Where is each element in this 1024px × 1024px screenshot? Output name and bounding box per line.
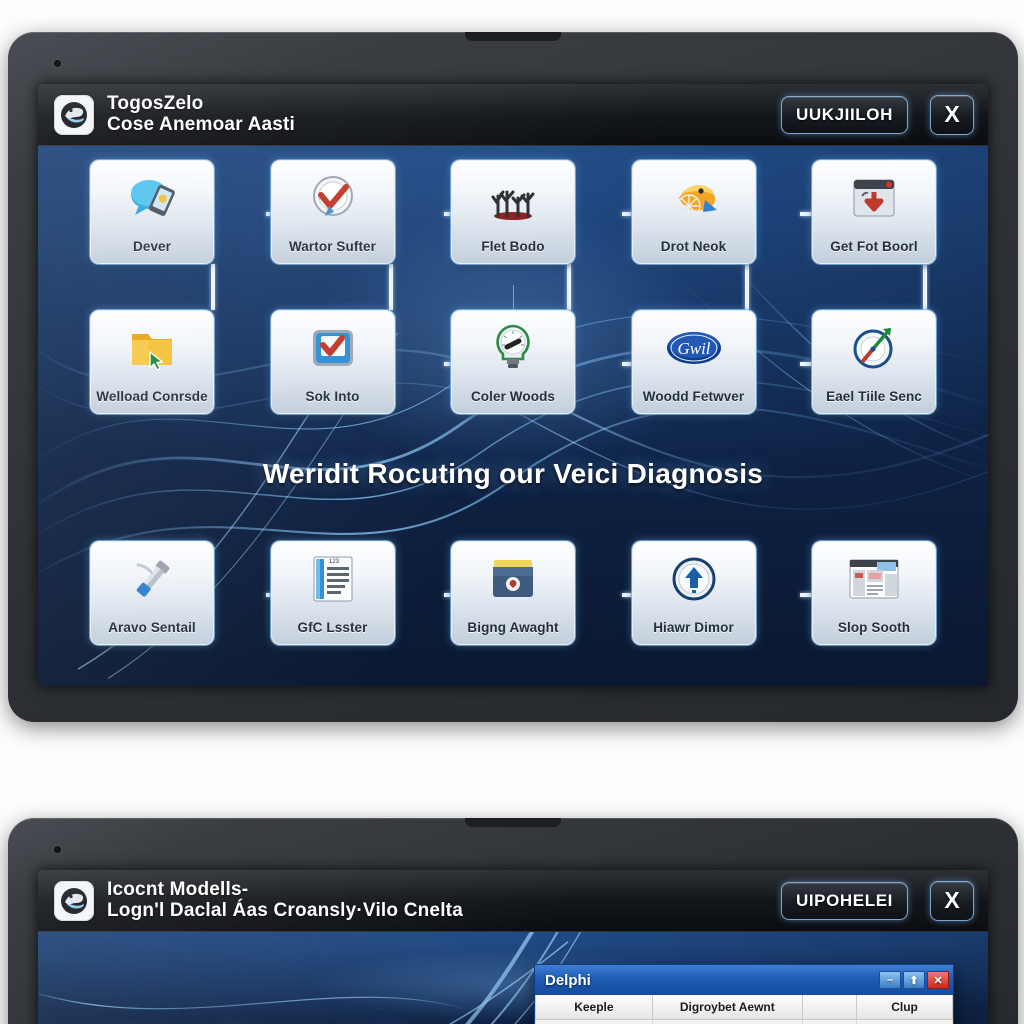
connector-line (211, 264, 215, 310)
upload-arrow-circle-icon (665, 551, 723, 607)
delphi-dialog: Delphi – ⬆ ✕ Keeple Digroybet Aewnt Clup (534, 964, 954, 1024)
icon-grid-row-1: Dever Wartor Sufter Flet Bodo Drot Neok … (38, 160, 988, 264)
icon-grid-row-3: Aravo Sentail 123 GfC Lsster Bigng Awagh… (38, 541, 988, 645)
browser-window-icon (845, 551, 903, 607)
tile-label: Flet Bodo (481, 239, 545, 254)
delphi-dialog-wrapper: Delphi – ⬆ ✕ Keeple Digroybet Aewnt Clup (534, 964, 954, 1024)
connector-line (923, 264, 927, 310)
front-camera-icon (54, 60, 61, 67)
svg-text:123: 123 (329, 559, 340, 565)
desktop-canvas-bottom: Velco Sinize 115 Delphi – ⬆ ✕ (38, 932, 988, 1024)
tile-label: Eael Tiile Senc (826, 389, 922, 404)
app-title-line1: Icocnt Modells- (107, 878, 249, 900)
dialog-titlebar: Delphi – ⬆ ✕ (535, 965, 953, 995)
flashlight-tool-icon (123, 551, 181, 607)
chat-bubble-device-icon (123, 170, 181, 226)
tile-wartor-sufter[interactable]: Wartor Sufter (270, 160, 395, 264)
tile-label: Aravo Sentail (108, 620, 196, 635)
tile-label: Dever (132, 239, 172, 254)
lightbulb-gauge-icon (484, 320, 542, 376)
column-header-agent[interactable]: Digroybet Aewnt (651, 995, 803, 1020)
tile-gfc-lsster[interactable]: 123 GfC Lsster (270, 541, 395, 645)
screen-bottom: Icocnt Modells- Logn'l Daclal Áas Croans… (38, 870, 988, 1024)
tile-label: Woodd Fetwver (642, 389, 745, 404)
tile-label: Sok Into (305, 389, 360, 404)
app-title-line2: Cose Anemoar Aasti (107, 113, 296, 135)
titlebar-action-button-bottom[interactable]: UIPOHELEI (780, 881, 908, 920)
tile-label: Drot Neok (660, 239, 727, 254)
desktop-banner-headline: Weridit Rocuting our Veici Diagnosis (262, 458, 764, 489)
toolbox-case-icon (484, 551, 542, 607)
dialog-title: Delphi (545, 971, 591, 989)
tile-coler-woods[interactable]: Coler Woods (451, 310, 575, 414)
app-titlebar-bottom: Icocnt Modells- Logn'l Daclal Áas Croans… (38, 870, 988, 932)
tile-bigng-awaght[interactable]: Bigng Awaght (451, 541, 575, 645)
checkbox-approve-icon (304, 320, 362, 376)
cell-agent (651, 1019, 803, 1024)
app-title-line2: Logn'l Daclal Áas Croansly·Vilo Cnelta (107, 899, 463, 921)
download-window-icon (845, 170, 903, 226)
screenshot-stage: TogosZelo Cose Anemoar Aasti UUKJIILOH X (0, 0, 1024, 1024)
tile-label: Coler Woods (470, 389, 556, 404)
app-mascot-icon (54, 880, 94, 921)
tile-welload-conrsde[interactable]: Welload Conrsde (90, 310, 214, 414)
cell-keeple: 19308 (535, 1019, 653, 1024)
tile-woodd-fetwver[interactable]: Gwil Woodd Fetwver (631, 310, 756, 414)
coral-reef-icon (484, 170, 542, 226)
cell-clup: Pvlc 22906 (856, 1019, 953, 1024)
folder-cursor-icon (123, 320, 181, 376)
tile-sok-into[interactable]: Sok Into (270, 310, 395, 414)
titlebar-action-button-top[interactable]: UUKJIILOH (780, 95, 908, 134)
close-icon[interactable]: ✕ (927, 971, 949, 989)
connector-line (389, 264, 393, 310)
connector-line (745, 264, 749, 310)
tile-flet-bodo[interactable]: Flet Bodo (451, 160, 575, 264)
column-header-value[interactable] (801, 995, 858, 1020)
tile-label: Hiawr Dimor (653, 620, 734, 635)
tablet-device-bottom: Icocnt Modells- Logn'l Daclal Áas Croans… (8, 818, 1018, 1024)
tile-aravo-sentail[interactable]: Aravo Sentail (90, 541, 214, 645)
close-button-top[interactable]: X (930, 94, 974, 135)
app-mascot-icon (54, 94, 94, 135)
speaker-notch (465, 32, 561, 41)
speaker-notch (465, 818, 561, 827)
table-row[interactable]: 19308 155 Pvlc 22906 (535, 1019, 953, 1024)
tile-label: Welload Conrsde (96, 389, 208, 404)
icon-grid-row-2: Welload Conrsde Sok Into Coler Woods Gwi… (38, 310, 988, 414)
tile-get-fot-boorl[interactable]: Get Fot Boorl (812, 160, 936, 264)
tile-dever[interactable]: Dever (90, 160, 214, 264)
tile-label: Wartor Sufter (288, 239, 377, 254)
table-header-row: Keeple Digroybet Aewnt Clup (535, 995, 953, 1020)
tile-label: GfC Lsster (297, 620, 368, 635)
app-titlebar-top: TogosZelo Cose Anemoar Aasti UUKJIILOH X (38, 84, 988, 146)
tile-label: Bigng Awaght (467, 620, 559, 635)
maximize-icon[interactable]: ⬆ (903, 971, 925, 989)
app-title-block-bottom: Icocnt Modells- Logn'l Daclal Áas Croans… (107, 878, 463, 921)
clock-checkmark-icon (304, 170, 362, 226)
cell-value: 155 (801, 1019, 858, 1024)
tile-eael-tiile-senc[interactable]: Eael Tiile Senc (812, 310, 936, 414)
desktop-canvas-top: Dever Wartor Sufter Flet Bodo Drot Neok … (38, 146, 988, 686)
minimize-icon[interactable]: – (879, 971, 901, 989)
tile-drot-neok[interactable]: Drot Neok (631, 160, 756, 264)
tablet-device-top: TogosZelo Cose Anemoar Aasti UUKJIILOH X (8, 32, 1018, 722)
svg-text:Gwil: Gwil (677, 339, 710, 358)
tile-label: Slop Sooth (837, 620, 911, 635)
column-header-keeple[interactable]: Keeple (535, 995, 653, 1020)
compass-speedometer-icon (845, 320, 903, 376)
screen-top: TogosZelo Cose Anemoar Aasti UUKJIILOH X (38, 84, 988, 686)
column-header-clup[interactable]: Clup (856, 995, 953, 1020)
document-list-icon: 123 (304, 551, 362, 607)
app-title-block-top: TogosZelo Cose Anemoar Aasti (107, 92, 296, 135)
tile-label: Get Fot Boorl (830, 239, 918, 254)
front-camera-icon (54, 846, 61, 853)
app-title-line1: TogosZelo (107, 92, 204, 114)
close-button-bottom[interactable]: X (930, 880, 974, 921)
connector-line (567, 264, 571, 310)
tile-hiawr-dimor[interactable]: Hiawr Dimor (631, 541, 756, 645)
diagnostic-table: Keeple Digroybet Aewnt Clup (535, 995, 953, 1024)
fish-net-icon (665, 170, 723, 226)
tile-slop-sooth[interactable]: Slop Sooth (812, 541, 936, 645)
oval-brand-logo-icon: Gwil (665, 320, 723, 376)
